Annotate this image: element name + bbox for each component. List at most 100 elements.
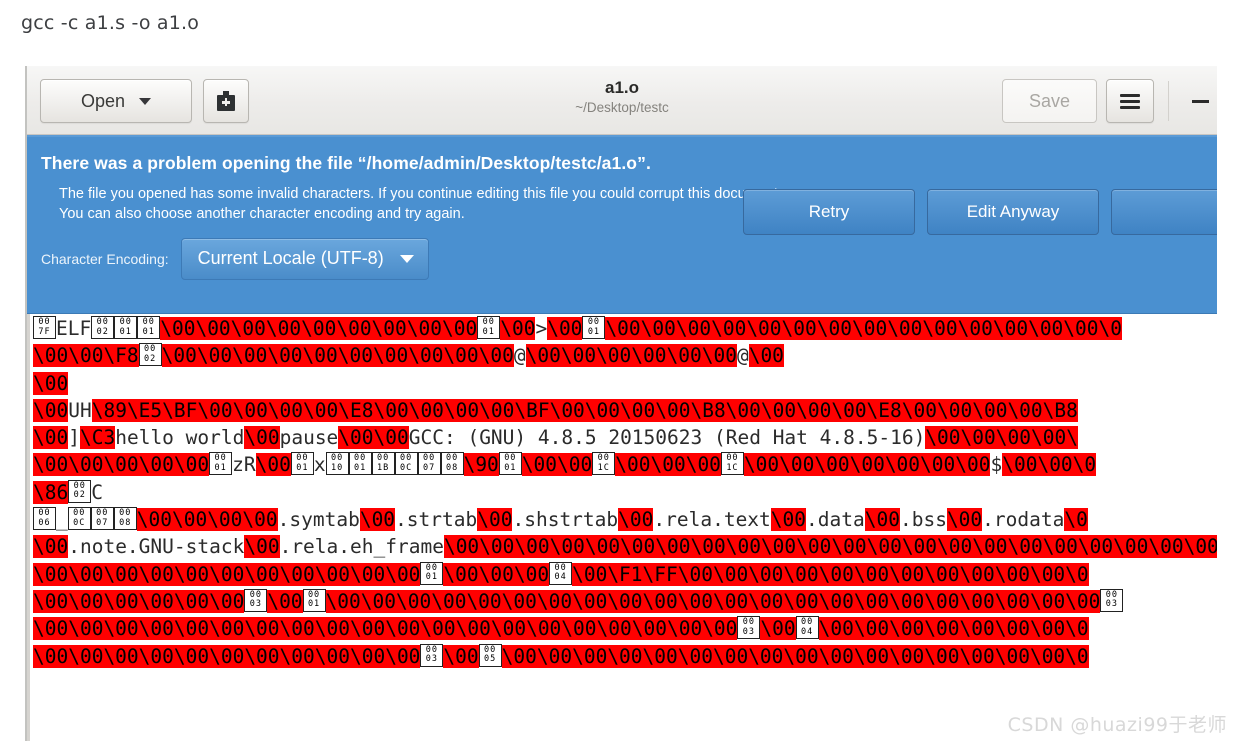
printable-text-run: .bss	[899, 508, 947, 532]
control-char-glyph: 00 02	[91, 316, 115, 339]
invalid-byte-run: \00	[359, 508, 396, 532]
printable-text-run: hello world	[115, 426, 245, 450]
chevron-down-icon	[399, 254, 414, 263]
control-char-glyph: 00 03	[420, 643, 444, 667]
control-char-glyph: 00 10	[325, 452, 349, 476]
character-encoding-label: Character Encoding:	[41, 251, 169, 267]
invalid-byte-run: \00\00\00\00\00\00\00	[743, 453, 991, 477]
printable-text-run: .rela.text	[653, 508, 771, 532]
open-button-label: Open	[80, 90, 126, 111]
control-char-glyph: 00 03	[1100, 588, 1124, 612]
invalid-byte-run: \00	[618, 508, 654, 532]
hex-line: \00\00\00\00\00\00\00\00\00\00\00 00 01 \00…	[33, 561, 1217, 588]
character-encoding-value: Current Locale (UTF-8)	[197, 248, 384, 268]
printable-text-run: x	[313, 453, 326, 477]
invalid-byte-run: \00\00	[338, 426, 409, 450]
invalid-byte-run: \00	[748, 344, 784, 368]
printable-text-run: zR	[232, 453, 256, 477]
infobar-third-button[interactable]	[1111, 189, 1217, 235]
chevron-down-icon	[139, 97, 152, 105]
control-char-glyph: 00 01	[498, 452, 522, 476]
invalid-byte-run: \00	[443, 644, 479, 668]
invalid-byte-run: \00\00\00\00\00\00\00\00\00\00\00\00\00\…	[325, 589, 1101, 613]
control-char-glyph: 00 01	[477, 316, 501, 339]
screenshot-root: gcc -c a1.s -o a1.o Open a1.o ~/Desktop/…	[0, 0, 1235, 741]
invalid-byte-run: \00	[244, 426, 280, 450]
printable-text-run: $	[990, 453, 1003, 477]
watermark: CSDN @huazi99于老师	[1007, 714, 1227, 736]
character-encoding-select[interactable]: Current Locale (UTF-8)	[180, 238, 429, 280]
control-char-glyph: 00 1B	[371, 452, 395, 476]
printable-text-run: GCC: (GNU) 4.8.5 20150623 (Red Hat 4.8.5…	[408, 426, 926, 450]
open-button[interactable]: Open	[40, 79, 192, 123]
control-char-glyph: 00 01	[348, 452, 372, 476]
control-char-glyph: 00 03	[737, 616, 761, 640]
invalid-byte-run: \00	[770, 508, 807, 532]
control-char-glyph: 00 0C	[67, 507, 91, 531]
retry-button[interactable]: Retry	[743, 189, 915, 235]
printable-text-run: .rodata	[982, 508, 1065, 532]
infobar-body-line-2: You can also choose another character en…	[59, 206, 465, 222]
invalid-byte-run: \C3	[79, 426, 116, 450]
invalid-byte-run: \00\00\00\00	[136, 508, 278, 532]
terminal-command-line: gcc -c a1.s -o a1.o	[21, 12, 200, 34]
new-document-button[interactable]	[203, 79, 249, 123]
control-char-glyph: 00 05	[478, 643, 502, 667]
save-button[interactable]: Save	[1001, 79, 1097, 123]
invalid-byte-run: \00\00\F8	[33, 344, 139, 368]
printable-text-run: C	[91, 480, 103, 504]
invalid-byte-run: \00\00\00\00\00\00	[525, 344, 737, 368]
control-char-glyph: 00 04	[549, 561, 573, 585]
invalid-byte-run: \89\E5\BF\00\00\00\00\E8\00\00\00\00\BF\…	[91, 398, 1078, 422]
document-text-view[interactable]: 00 7F ELF 00 02 00 01 00 01 \00\00\00\00\00\00\00…	[27, 314, 1217, 741]
invalid-byte-run: \00\00\00\00\00\00\00\00\00\00	[161, 344, 514, 368]
hex-line: \00]\C3hello world\00pause\00\00GCC: (GN…	[33, 424, 1217, 451]
hex-content: 00 7F ELF 00 02 00 01 00 01 \00\00\00\00\00\00\00…	[30, 314, 1217, 670]
hex-line: \00	[33, 370, 1217, 397]
infobar-body: The file you opened has some invalid cha…	[59, 184, 819, 224]
invalid-byte-run: \00	[500, 317, 536, 340]
control-char-glyph: 00 03	[244, 588, 268, 612]
printable-text-run: pause	[279, 426, 339, 450]
control-char-glyph: 00 01	[137, 316, 161, 339]
hex-line: \00\00\00\00\00\00\00\00\00\00\00\00\00\…	[33, 615, 1217, 642]
header-left-group: Open	[40, 79, 249, 123]
invalid-byte-run: \00\00\00\00\00\00\00\00\00\00\00\00\00\…	[605, 317, 1122, 340]
hex-line: \00\00\00\00\00 00 01 zR\00 00 01 x 00 10 00 01 00 1…	[33, 451, 1217, 478]
invalid-byte-run: \00\00\00\00\00\00\00\0	[818, 617, 1089, 641]
invalid-byte-run: \00	[267, 589, 303, 613]
new-document-icon	[217, 91, 235, 111]
minimize-button[interactable]	[1183, 80, 1217, 122]
control-char-glyph: 00 1C	[720, 452, 744, 476]
invalid-byte-run: \00\00\00\00\00\00\00\00\00\00\00\00\00\…	[501, 644, 1089, 668]
control-char-glyph: 00 01	[420, 561, 444, 585]
control-char-glyph: 00 7F	[33, 316, 56, 339]
printable-text-run: @	[736, 344, 749, 368]
invalid-byte-run: \00\00\00\00\00\00\00\00\00	[160, 317, 478, 340]
gedit-window: Open a1.o ~/Desktop/testc Save There was…	[25, 66, 1217, 741]
invalid-byte-run: \00\00\00\00\00\00\00\00\00\00\00	[33, 562, 421, 586]
printable-text-run: .note.GNU-stack	[68, 535, 245, 559]
control-char-glyph: 00 08	[440, 452, 464, 476]
invalid-byte-run: \00\00	[521, 453, 593, 477]
character-encoding-row: Character Encoding: Current Locale (UTF-…	[41, 238, 1217, 280]
infobar-actions: Retry Edit Anyway	[743, 189, 1217, 235]
printable-text-run: .strtab	[395, 508, 478, 532]
invalid-byte-run: \00	[244, 535, 280, 559]
invalid-byte-run: \00\00\00\00\00	[33, 453, 210, 477]
menu-button[interactable]	[1106, 79, 1154, 123]
printable-text-run: >	[535, 317, 548, 340]
invalid-byte-run: \00\00\00	[443, 562, 550, 586]
invalid-byte-run: \00\F1\FF\00\00\00\00\00\00\00\00\00\00\…	[572, 562, 1089, 586]
header-bar: Open a1.o ~/Desktop/testc Save	[27, 66, 1217, 135]
hex-line: \00\00\F8 00 02 \00\00\00\00\00\00\00\00\00…	[33, 342, 1217, 369]
edit-anyway-button[interactable]: Edit Anyway	[927, 189, 1099, 235]
hex-line: \00.note.GNU-stack\00.rela.eh_frame\00\0…	[33, 533, 1217, 560]
printable-text-run: .shstrtab	[512, 508, 619, 532]
invalid-byte-run: \00	[946, 508, 983, 532]
printable-text-run: ]	[68, 426, 80, 450]
invalid-byte-run: \00	[760, 617, 796, 641]
printable-text-run: .data	[806, 508, 865, 532]
printable-text-run: ELF	[56, 317, 92, 340]
invalid-byte-run: \00\00\00\00\00\00\00\00\00\00\00	[33, 644, 421, 668]
